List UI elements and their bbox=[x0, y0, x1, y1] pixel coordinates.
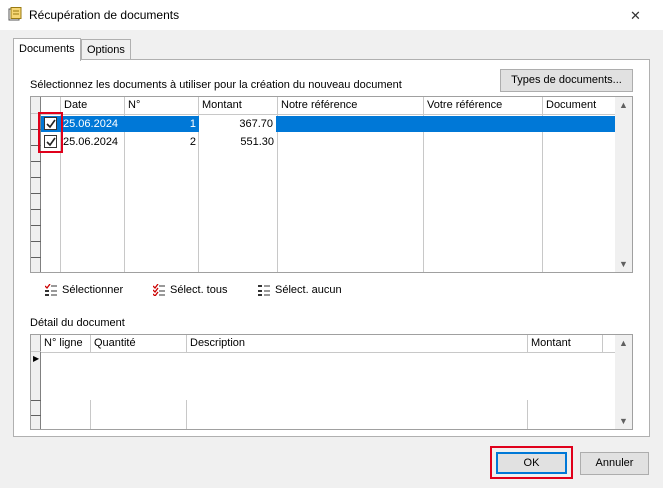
types-documents-button[interactable]: Types de documents... bbox=[500, 69, 633, 92]
scroll-down-icon[interactable]: ▼ bbox=[619, 416, 628, 426]
detail-col-montant-header[interactable]: Montant bbox=[528, 335, 603, 352]
cell-num: 1 bbox=[189, 118, 196, 130]
instruction-text: Sélectionnez les documents à utiliser po… bbox=[30, 79, 402, 91]
scroll-down-icon[interactable]: ▼ bbox=[619, 259, 628, 269]
detail-label: Détail du document bbox=[30, 317, 125, 329]
tab-documents-label: Documents bbox=[19, 43, 75, 55]
select-all-icon bbox=[153, 284, 165, 297]
cell-montant: 551.30 bbox=[240, 136, 274, 148]
select-none-button[interactable]: Sélect. aucun bbox=[258, 284, 342, 297]
tab-options[interactable]: Options bbox=[81, 39, 131, 60]
checkbox-highlight-box bbox=[38, 112, 63, 153]
scroll-up-icon[interactable]: ▲ bbox=[619, 338, 628, 348]
select-icon bbox=[45, 284, 57, 297]
cell-montant: 367.70 bbox=[199, 116, 276, 132]
cell-date: 25.06.2024 bbox=[63, 136, 119, 148]
select-all-label: Sélect. tous bbox=[170, 284, 228, 296]
select-button[interactable]: Sélectionner bbox=[45, 284, 124, 297]
col-date-header[interactable]: Date bbox=[61, 97, 125, 114]
ok-highlight-box bbox=[490, 446, 573, 479]
col-num-header[interactable]: N° bbox=[125, 97, 199, 114]
select-all-button[interactable]: Sélect. tous bbox=[153, 284, 228, 297]
detail-col-quantite-header[interactable]: Quantité bbox=[91, 335, 187, 352]
app-icon bbox=[8, 7, 22, 21]
documents-scrollbar[interactable]: ▲ ▼ bbox=[615, 97, 632, 272]
col-votre-ref-header[interactable]: Votre référence bbox=[424, 97, 543, 114]
scroll-up-icon[interactable]: ▲ bbox=[619, 100, 628, 110]
cell-date: 25.06.2024 bbox=[63, 118, 119, 130]
select-none-icon bbox=[258, 285, 270, 297]
select-label: Sélectionner bbox=[62, 284, 124, 296]
detail-grid[interactable]: ▶ N° ligne Quantité Description Montant … bbox=[30, 334, 633, 430]
window-title: Récupération de documents bbox=[29, 8, 180, 22]
types-documents-label: Types de documents... bbox=[511, 74, 622, 86]
table-row[interactable]: 25.06.2024 2 551.30 bbox=[41, 134, 616, 150]
tab-options-label: Options bbox=[87, 44, 125, 56]
title-bar: Récupération de documents ✕ bbox=[0, 0, 663, 30]
cancel-button[interactable]: Annuler bbox=[580, 452, 649, 475]
col-document-header[interactable]: Document bbox=[543, 97, 617, 114]
detail-col-ligne-header[interactable]: N° ligne bbox=[41, 335, 91, 352]
table-row[interactable]: 25.06.2024 1 367.70 bbox=[41, 116, 616, 132]
cell-num: 2 bbox=[189, 136, 196, 148]
select-none-label: Sélect. aucun bbox=[275, 284, 342, 296]
documents-grid[interactable]: Date N° Montant Notre référence Votre ré… bbox=[30, 96, 633, 273]
detail-col-description-header[interactable]: Description bbox=[187, 335, 528, 352]
current-row-icon: ▶ bbox=[33, 354, 40, 363]
col-montant-header[interactable]: Montant bbox=[199, 97, 278, 114]
cancel-label: Annuler bbox=[595, 457, 634, 469]
col-notre-ref-header[interactable]: Notre référence bbox=[278, 97, 424, 114]
close-icon[interactable]: ✕ bbox=[630, 8, 641, 24]
tab-documents[interactable]: Documents bbox=[13, 38, 81, 61]
detail-scrollbar[interactable]: ▲ ▼ bbox=[615, 335, 632, 429]
